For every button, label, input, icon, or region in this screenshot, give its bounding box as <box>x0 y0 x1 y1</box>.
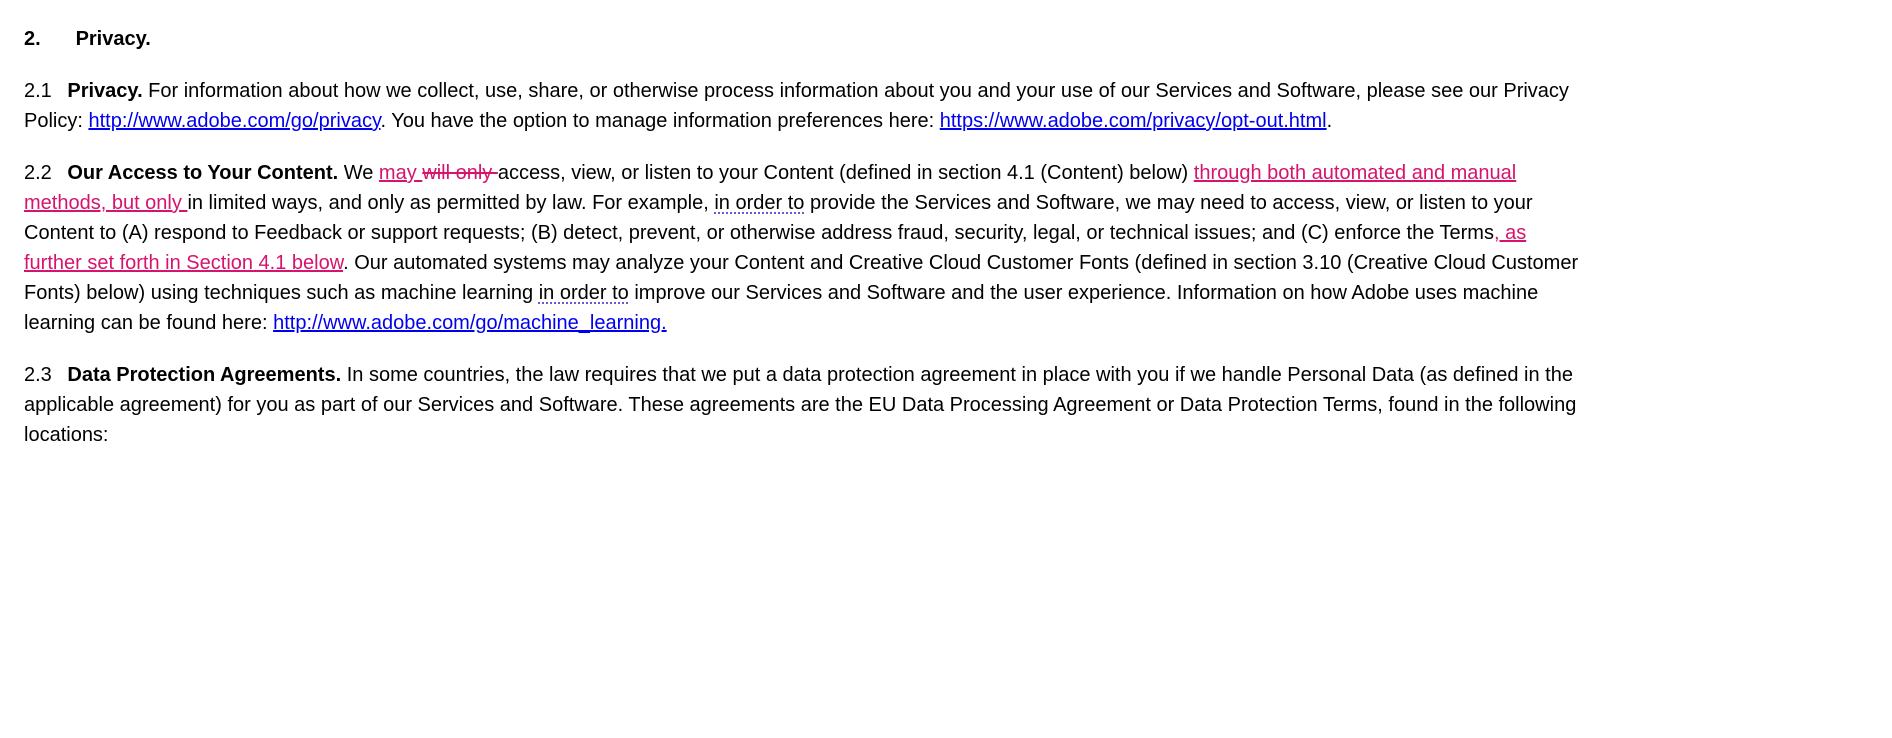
section-heading: 2. Privacy. <box>24 24 1584 54</box>
body-text: We <box>338 162 379 184</box>
clause-2-2: 2.2 Our Access to Your Content. We may w… <box>24 158 1584 338</box>
clause-title: Our Access to Your Content. <box>67 162 338 184</box>
clause-title: Privacy. <box>67 80 142 102</box>
privacy-policy-link[interactable]: http://www.adobe.com/go/privacy <box>88 110 380 132</box>
grammar-mark: in order to <box>539 282 629 304</box>
deleted-text: will only <box>422 162 498 184</box>
body-text: access, view, or listen to your Content … <box>498 162 1194 184</box>
grammar-mark: in order to <box>714 192 804 214</box>
machine-learning-link[interactable]: http://www.adobe.com/go/machine_learning… <box>273 312 667 334</box>
clause-number: 2.2 <box>24 162 52 184</box>
body-text: . You have the option to manage informat… <box>380 110 939 132</box>
body-text: . <box>1327 110 1333 132</box>
clause-number: 2.1 <box>24 80 52 102</box>
clause-number: 2.3 <box>24 364 52 386</box>
clause-title: Data Protection Agreements. <box>67 364 341 386</box>
section-title: Privacy. <box>76 28 151 50</box>
inserted-text: may <box>379 162 422 184</box>
clause-2-3: 2.3 Data Protection Agreements. In some … <box>24 360 1584 450</box>
opt-out-link[interactable]: https://www.adobe.com/privacy/opt-out.ht… <box>940 110 1327 132</box>
clause-2-1: 2.1 Privacy. For information about how w… <box>24 76 1584 136</box>
section-number: 2. <box>24 24 70 54</box>
body-text: in limited ways, and only as permitted b… <box>187 192 714 214</box>
